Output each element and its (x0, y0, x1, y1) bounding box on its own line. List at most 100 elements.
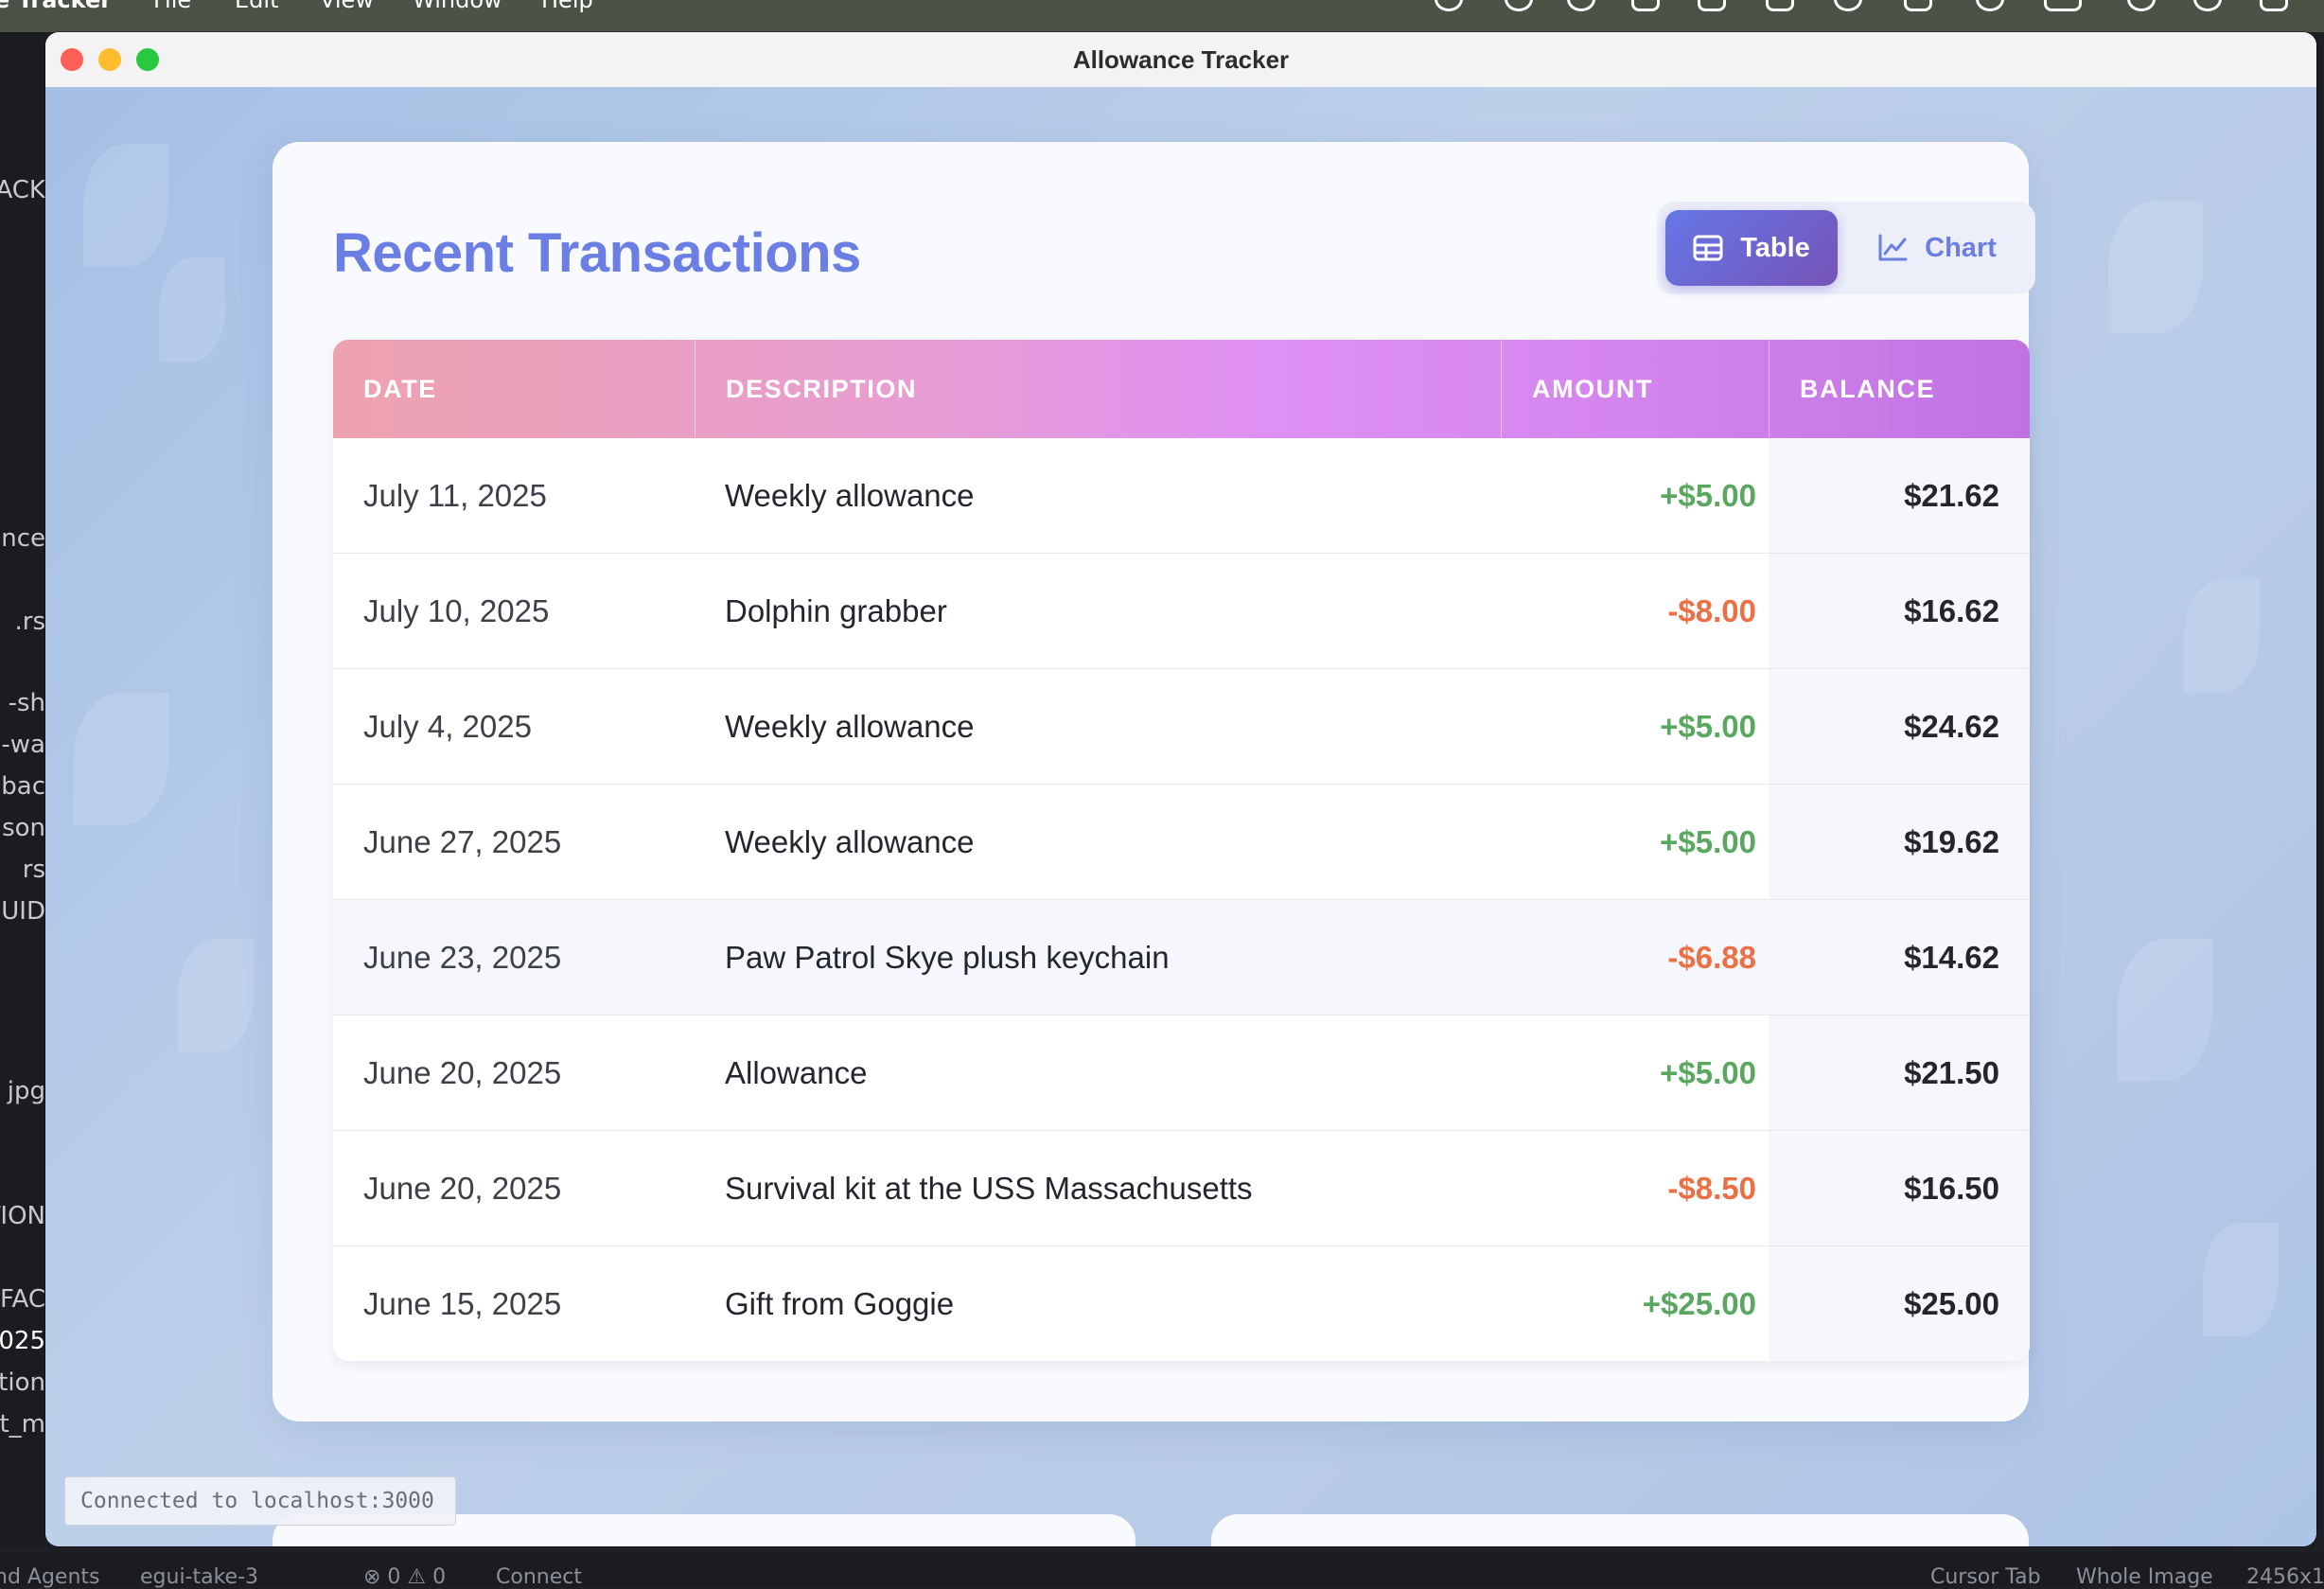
window-titlebar[interactable]: Allowance Tracker (45, 32, 2316, 88)
sidebar-item[interactable]: .bac (0, 772, 45, 801)
menu-file[interactable]: File (153, 0, 191, 13)
transaction-date: July 11, 2025 (363, 477, 547, 513)
user-icon[interactable] (1976, 0, 2004, 11)
leaf-decoration (159, 257, 225, 362)
transaction-amount: +$5.00 (1660, 1054, 1756, 1090)
line-chart-icon (1878, 234, 1908, 261)
transaction-date: June 27, 2025 (363, 823, 562, 859)
status-agents[interactable]: nd Agents (0, 1565, 99, 1589)
sidebar-item[interactable]: ation (0, 1368, 45, 1397)
chart-view-label: Chart (1925, 232, 1997, 263)
status-icon[interactable] (1435, 0, 1463, 11)
transactions-card: Recent Transactions Table Chart DATE DES… (273, 142, 2035, 1421)
status-cursor-tab[interactable]: Cursor Tab (1930, 1565, 2041, 1589)
leaf-decoration (2203, 1223, 2279, 1336)
status-whole-image[interactable]: Whole Image (2076, 1565, 2213, 1589)
column-header-description: DESCRIPTION (695, 340, 917, 438)
sidebar-item[interactable]: UID (1, 897, 45, 926)
table-row[interactable]: June 27, 2025 Weekly allowance +$5.00 $19.6… (333, 784, 2030, 899)
sidebar-item[interactable]: 2025 (0, 1327, 45, 1355)
status-problems[interactable]: ⊗ 0 ⚠ 0 (363, 1565, 446, 1589)
transaction-amount: +$25.00 (1642, 1285, 1756, 1321)
leaf-decoration (2118, 939, 2212, 1081)
sidebar-item[interactable]: EFAC (0, 1285, 45, 1314)
transactions-table: DATE DESCRIPTION AMOUNT BALANCE July 11,… (333, 340, 2030, 1361)
leaf-decoration (2184, 579, 2260, 693)
control-center-icon[interactable] (2260, 0, 2288, 11)
transaction-amount: -$8.50 (1667, 1170, 1756, 1206)
menu-view[interactable]: View (320, 0, 374, 13)
calendar-icon[interactable] (1631, 0, 1660, 11)
transaction-description: Weekly allowance (725, 823, 975, 859)
leaf-decoration (178, 939, 254, 1052)
sidebar-item[interactable]: ance (0, 524, 45, 553)
table-row[interactable]: June 15, 2025 Gift from Goggie +$25.00 $25.… (333, 1245, 2030, 1361)
chart-view-button[interactable]: Chart (1846, 210, 2028, 286)
transaction-amount: +$5.00 (1660, 477, 1756, 513)
column-header-amount: AMOUNT (1501, 340, 1653, 438)
leaf-decoration (74, 693, 168, 825)
table-row[interactable]: June 20, 2025 Survival kit at the USS Mas… (333, 1130, 2030, 1245)
menu-help[interactable]: Help (541, 0, 593, 13)
app-window: Allowance Tracker Recent Transactions Ta… (45, 32, 2316, 1546)
status-icon[interactable] (1766, 0, 1794, 11)
leaf-decoration (83, 144, 168, 267)
table-row[interactable]: July 11, 2025 Weekly allowance +$5.00 $21.6… (333, 438, 2030, 553)
column-header-balance: BALANCE (1769, 340, 1935, 438)
transaction-description: Allowance (725, 1054, 868, 1090)
transaction-date: July 10, 2025 (363, 592, 550, 628)
sidebar-item[interactable]: jpg (8, 1077, 45, 1105)
card-title: Recent Transactions (333, 222, 861, 284)
battery-icon[interactable] (2044, 0, 2082, 11)
table-row[interactable]: July 10, 2025 Dolphin grabber -$8.00 $16.62 (333, 553, 2030, 668)
status-icon[interactable] (1698, 0, 1726, 11)
transaction-balance: $19.62 (1769, 785, 2030, 899)
table-row[interactable]: June 20, 2025 Allowance +$5.00 $21.50 (333, 1015, 2030, 1130)
status-icon[interactable] (1505, 0, 1533, 11)
table-row[interactable]: June 23, 2025 Paw Patrol Skye plush keych… (333, 899, 2030, 1015)
transaction-date: June 15, 2025 (363, 1285, 562, 1321)
status-icon[interactable] (1904, 0, 1932, 11)
lower-card-right (1211, 1514, 2029, 1546)
status-connect[interactable]: Connect (496, 1565, 582, 1589)
search-icon[interactable] (2193, 0, 2222, 11)
app-content: Recent Transactions Table Chart DATE DES… (45, 87, 2316, 1546)
wifi-icon[interactable] (2127, 0, 2156, 11)
transaction-amount: -$6.88 (1667, 939, 1756, 975)
transaction-balance: $16.62 (1769, 554, 2030, 668)
sidebar-item[interactable]: -sh (9, 689, 45, 717)
table-icon (1693, 235, 1723, 261)
transaction-description: Weekly allowance (725, 477, 975, 513)
sidebar-item[interactable]: TION (0, 1202, 45, 1230)
table-view-button[interactable]: Table (1665, 210, 1838, 286)
column-header-date: DATE (363, 374, 437, 403)
transaction-date: July 4, 2025 (363, 708, 532, 744)
table-header: DATE DESCRIPTION AMOUNT BALANCE (333, 340, 2030, 438)
transaction-balance: $21.62 (1769, 438, 2030, 553)
menu-edit[interactable]: Edit (235, 0, 278, 13)
transaction-amount: +$5.00 (1660, 708, 1756, 744)
menu-app-name[interactable]: e Tracker (0, 0, 112, 13)
status-dimensions: 2456x1 (2246, 1565, 2324, 1589)
editor-sidebar: ACK ance .rs -sh -wa .bac son rs UID jpg… (0, 32, 45, 1546)
table-row[interactable]: July 4, 2025 Weekly allowance +$5.00 $24.62 (333, 668, 2030, 784)
menu-window[interactable]: Window (413, 0, 502, 13)
sidebar-item[interactable]: -wa (1, 731, 45, 759)
connection-status: Connected to localhost:3000 (64, 1476, 456, 1526)
status-icon[interactable] (1567, 0, 1595, 11)
sidebar-item[interactable]: rs (23, 856, 45, 884)
transaction-balance: $16.50 (1769, 1131, 2030, 1245)
sidebar-item[interactable]: .rs (15, 608, 46, 636)
status-icon[interactable] (1834, 0, 1862, 11)
transaction-description: Gift from Goggie (725, 1285, 955, 1321)
sidebar-item[interactable]: ACK (0, 176, 45, 204)
transaction-date: June 20, 2025 (363, 1170, 562, 1206)
transaction-date: June 20, 2025 (363, 1054, 562, 1090)
sidebar-item[interactable]: son (2, 814, 45, 842)
transaction-description: Dolphin grabber (725, 592, 947, 628)
macos-menu-bar: e Tracker File Edit View Window Help (0, 0, 2324, 32)
leaf-decoration (2108, 201, 2203, 333)
status-branch[interactable]: egui-take-3 (140, 1565, 258, 1589)
sidebar-item[interactable]: t_m (0, 1410, 45, 1439)
transaction-date: June 23, 2025 (363, 939, 562, 975)
